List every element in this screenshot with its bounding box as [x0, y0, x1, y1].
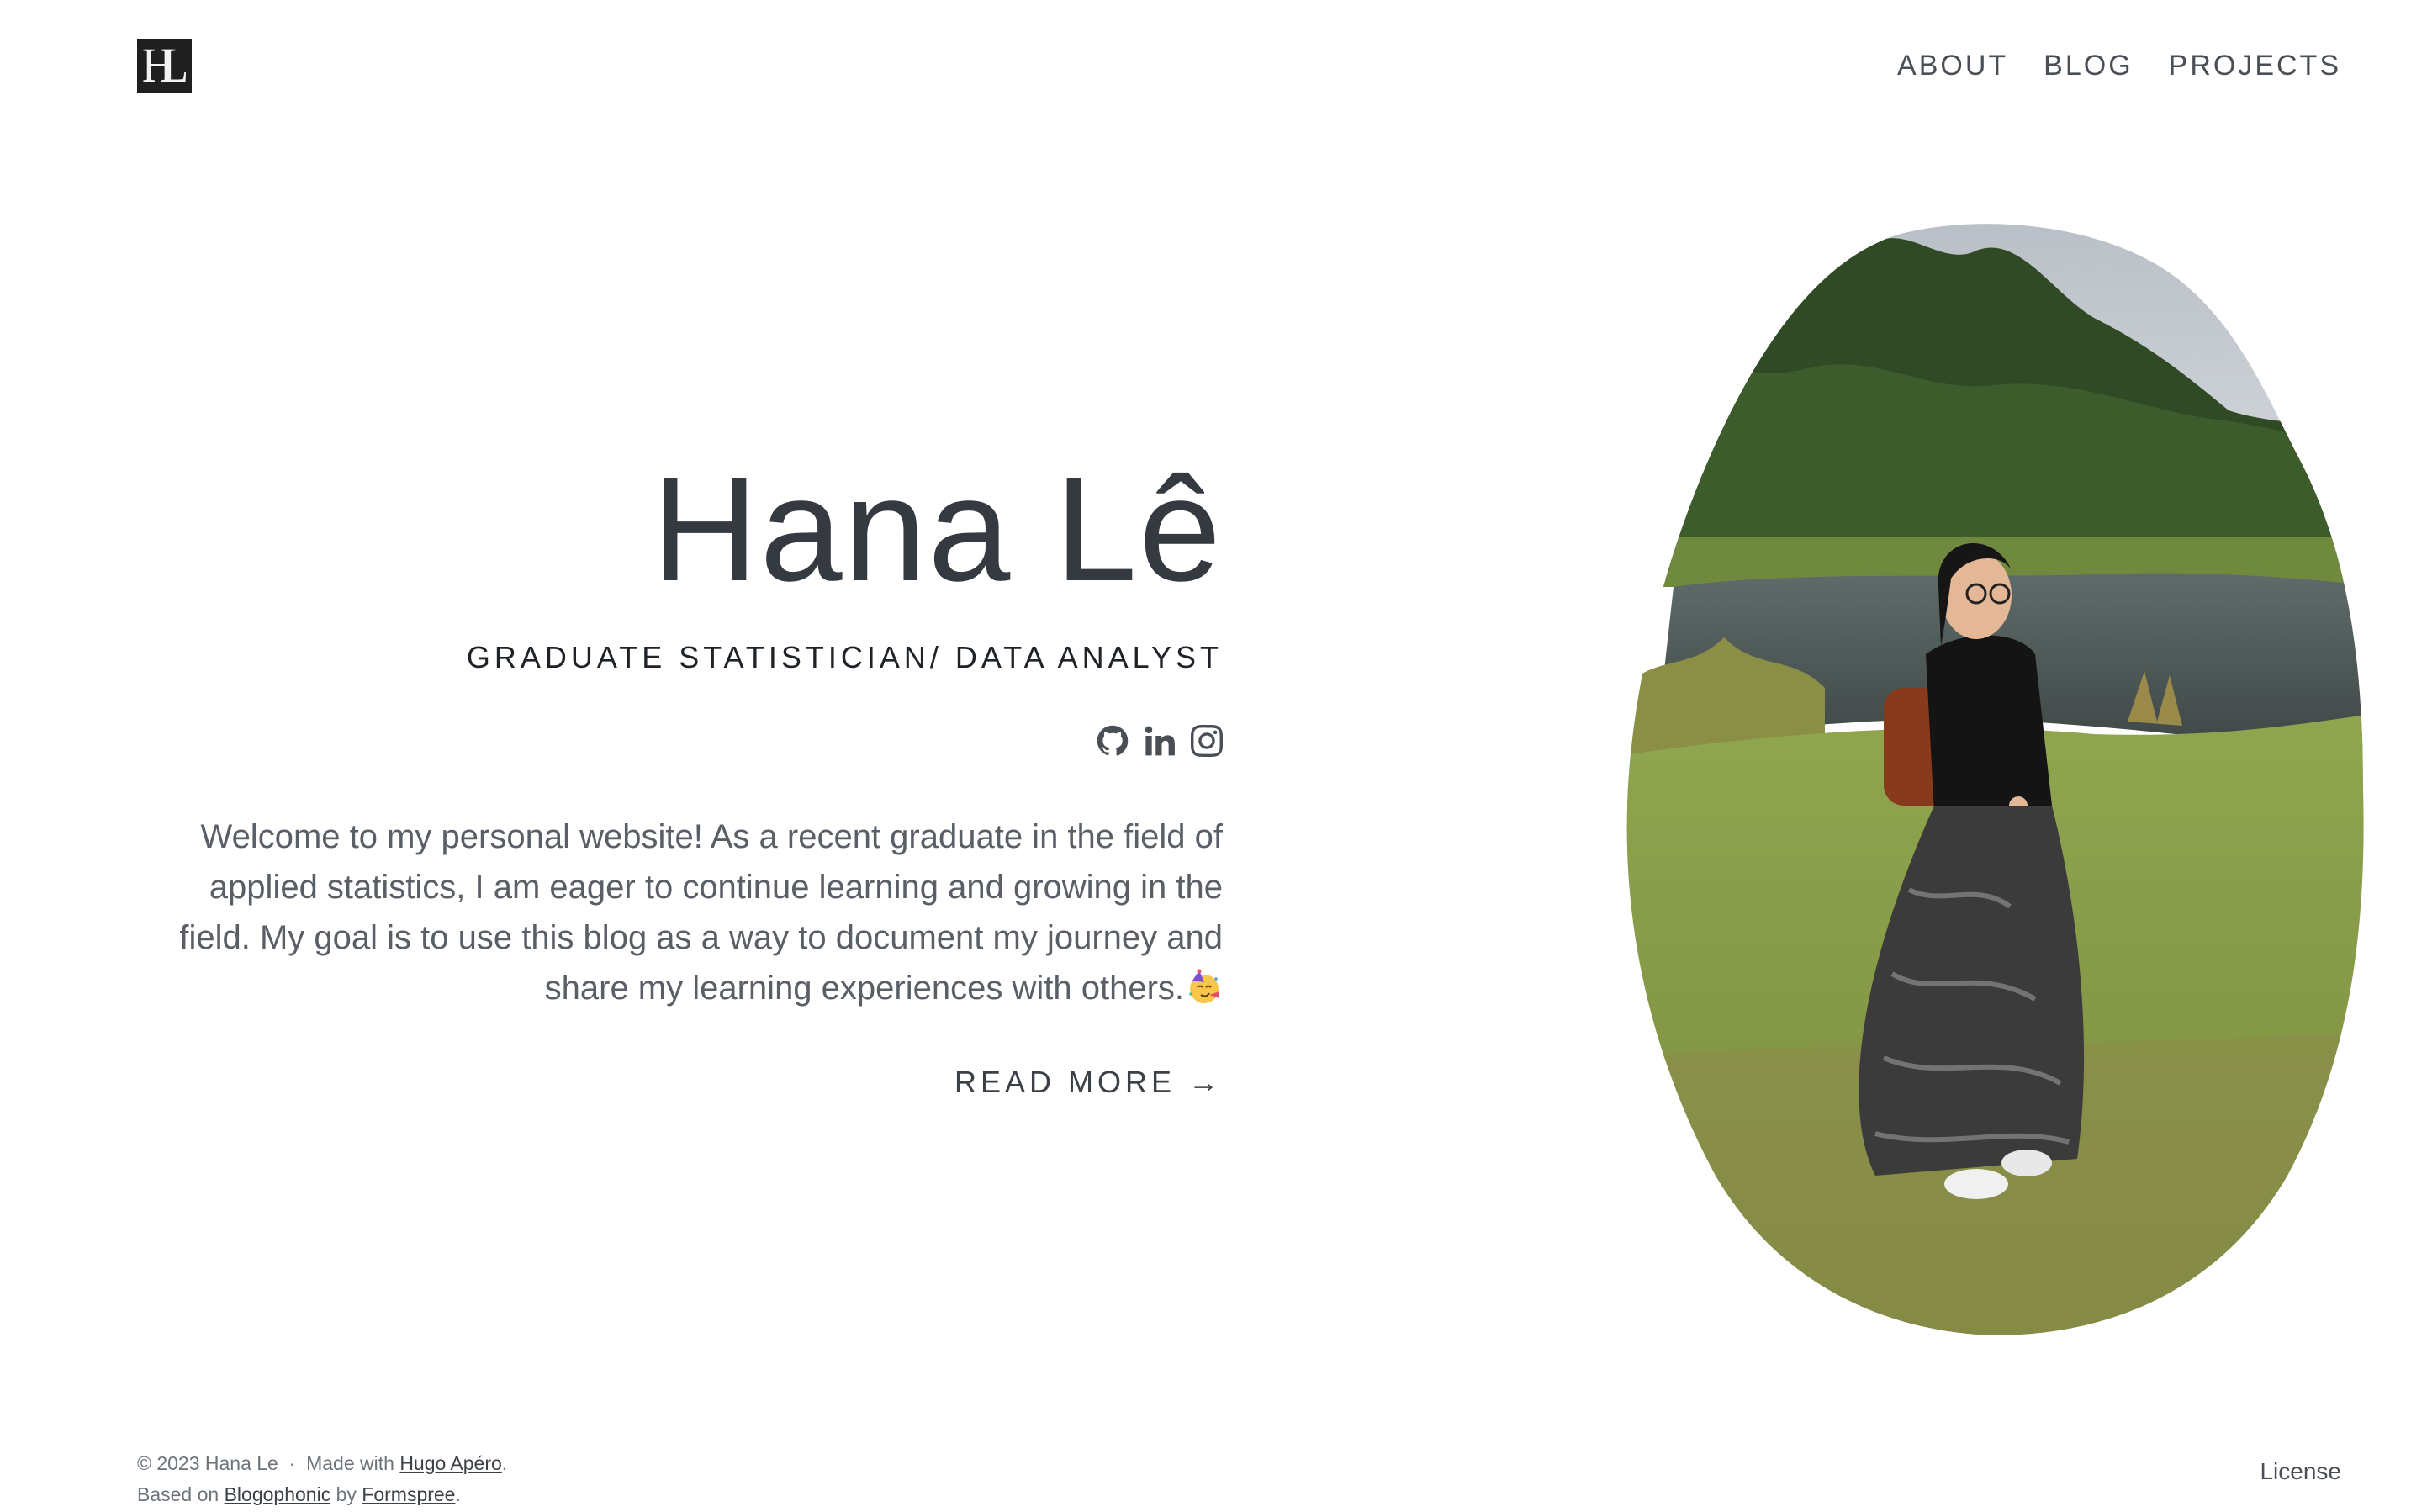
linkedin-icon[interactable] [1144, 725, 1176, 757]
footer-based-on: Based on [137, 1483, 219, 1505]
footer-by: by [336, 1483, 357, 1505]
intro-text: Welcome to my personal website! As a rec… [179, 818, 1223, 1007]
read-more-link[interactable]: READ MORE → [954, 1064, 1223, 1101]
intro-paragraph: Welcome to my personal website! As a rec… [172, 812, 1223, 1013]
hero-subtitle: GRADUATE STATISTICIAN/ DATA ANALYST [466, 640, 1223, 674]
site-logo[interactable]: HL [137, 39, 192, 93]
hugo-apero-link[interactable]: Hugo Apéro [399, 1452, 501, 1474]
nav-about[interactable]: ABOUT [1897, 49, 2008, 82]
footer-copyright: © 2023 Hana Le [137, 1452, 278, 1474]
nav-blog[interactable]: BLOG [2044, 49, 2133, 82]
footer-period: . [501, 1452, 508, 1474]
blogophonic-link[interactable]: Blogophonic [225, 1483, 331, 1505]
footer-line-2: Based on Blogophonic by Formspree. [137, 1479, 507, 1510]
github-icon[interactable] [1097, 725, 1129, 757]
partying-face-emoji [1189, 969, 1219, 1003]
formspree-link[interactable]: Formspree [362, 1483, 455, 1505]
footer-made-with: Made with [306, 1452, 394, 1474]
hero-title: Hana Lê [651, 447, 1223, 612]
nav-projects[interactable]: PROJECTS [2169, 49, 2341, 82]
footer-period-2: . [455, 1483, 461, 1505]
instagram-icon[interactable] [1191, 725, 1223, 757]
main-nav: ABOUT BLOG PROJECTS [1897, 49, 2341, 82]
footer-credits: © 2023 Hana Le · Made with Hugo Apéro. B… [137, 1448, 507, 1510]
social-links [1097, 725, 1223, 757]
license-link[interactable]: License [2260, 1458, 2341, 1485]
logo-text: HL [141, 39, 188, 93]
portrait-photo [1626, 224, 2364, 1335]
footer-line-1: © 2023 Hana Le · Made with Hugo Apéro. [137, 1448, 507, 1479]
footer-separator: · [288, 1452, 296, 1474]
page: HL ABOUT BLOG PROJECTS Hana Lê GRADUATE … [0, 0, 2427, 1512]
